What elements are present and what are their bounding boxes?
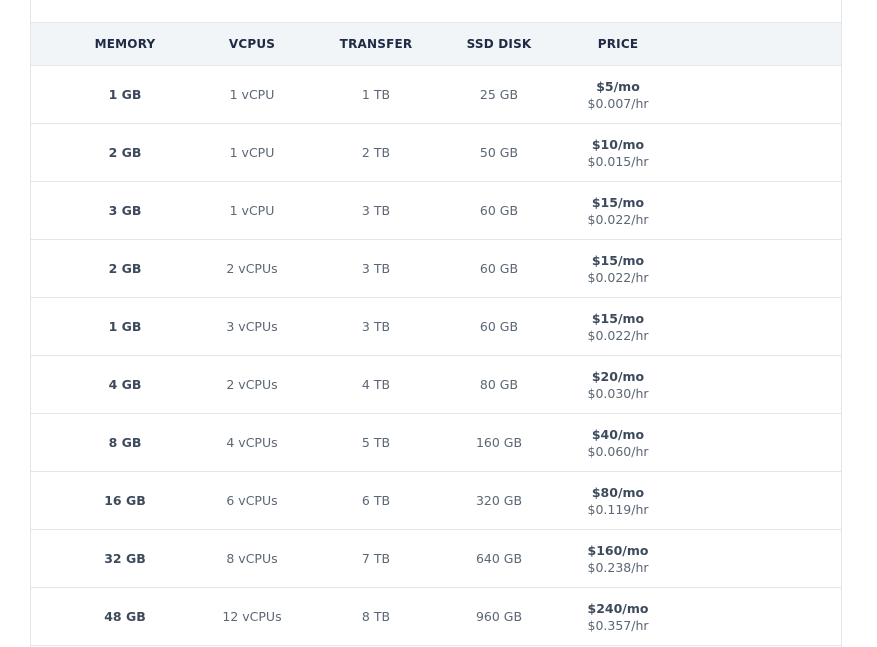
price-monthly: $10/mo — [591, 136, 645, 152]
price-hourly: $0.060/hr — [587, 443, 649, 459]
cell-memory: 3 GB — [108, 203, 142, 218]
price-monthly: $20/mo — [591, 368, 645, 384]
cell-transfer: 2 TB — [361, 145, 391, 160]
cell-price: $15/mo $0.022/hr — [587, 298, 648, 355]
cell-transfer: 3 TB — [361, 319, 391, 334]
cell-price: $15/mo $0.022/hr — [587, 240, 648, 297]
price-hourly: $0.015/hr — [587, 153, 649, 169]
table-row[interactable]: 4 GB 2 vCPUs 4 TB 80 GB $20/mo $0.030/hr — [31, 356, 841, 414]
table-row[interactable]: 2 GB 1 vCPU 2 TB 50 GB $10/mo $0.015/hr — [31, 124, 841, 182]
cell-transfer: 6 TB — [361, 493, 391, 508]
price-monthly: $15/mo — [591, 310, 645, 326]
table-top-spacer — [31, 0, 841, 23]
price-monthly: $240/mo — [587, 600, 649, 616]
price-monthly: $15/mo — [591, 252, 645, 268]
cell-price: $15/mo $0.022/hr — [587, 182, 648, 239]
cell-price: $10/mo $0.015/hr — [587, 124, 648, 181]
price-hourly: $0.119/hr — [587, 501, 649, 517]
cell-transfer: 8 TB — [361, 609, 391, 624]
header-vcpus: VCPUS — [228, 37, 276, 51]
price-hourly: $0.022/hr — [587, 327, 649, 343]
price-monthly: $40/mo — [591, 426, 645, 442]
price-hourly: $0.022/hr — [587, 211, 649, 227]
cell-ssd-disk: 25 GB — [479, 87, 519, 102]
cell-vcpus: 2 vCPUs — [226, 261, 278, 276]
cell-ssd-disk: 50 GB — [479, 145, 519, 160]
table-row[interactable]: 3 GB 1 vCPU 3 TB 60 GB $15/mo $0.022/hr — [31, 182, 841, 240]
cell-ssd-disk: 80 GB — [479, 377, 519, 392]
cell-transfer: 7 TB — [361, 551, 391, 566]
cell-memory: 48 GB — [104, 609, 146, 624]
price-hourly: $0.022/hr — [587, 269, 649, 285]
table-row[interactable]: 32 GB 8 vCPUs 7 TB 640 GB $160/mo $0.238… — [31, 530, 841, 588]
cell-price: $20/mo $0.030/hr — [587, 356, 648, 413]
cell-vcpus: 3 vCPUs — [226, 319, 278, 334]
price-hourly: $0.030/hr — [587, 385, 649, 401]
cell-vcpus: 8 vCPUs — [226, 551, 278, 566]
cell-price: $80/mo $0.119/hr — [587, 472, 648, 529]
cell-transfer: 3 TB — [361, 261, 391, 276]
cell-price: $160/mo $0.238/hr — [587, 530, 648, 587]
cell-price: $240/mo $0.357/hr — [587, 588, 648, 645]
cell-memory: 8 GB — [108, 435, 142, 450]
table-body: 1 GB 1 vCPU 1 TB 25 GB $5/mo $0.007/hr 2… — [31, 66, 841, 646]
header-memory: MEMORY — [94, 37, 156, 51]
price-hourly: $0.007/hr — [587, 95, 649, 111]
price-monthly: $15/mo — [591, 194, 645, 210]
price-hourly: $0.357/hr — [587, 617, 649, 633]
price-monthly: $5/mo — [596, 78, 640, 94]
cell-price: $5/mo $0.007/hr — [587, 66, 648, 123]
cell-memory: 1 GB — [108, 87, 142, 102]
table-row[interactable]: 16 GB 6 vCPUs 6 TB 320 GB $80/mo $0.119/… — [31, 472, 841, 530]
pricing-table: MEMORY VCPUS TRANSFER SSD DISK PRICE 1 G… — [30, 0, 842, 647]
price-hourly: $0.238/hr — [587, 559, 649, 575]
cell-memory: 4 GB — [108, 377, 142, 392]
table-row[interactable]: 1 GB 3 vCPUs 3 TB 60 GB $15/mo $0.022/hr — [31, 298, 841, 356]
cell-transfer: 3 TB — [361, 203, 391, 218]
cell-memory: 32 GB — [104, 551, 146, 566]
cell-memory: 1 GB — [108, 319, 142, 334]
table-header: MEMORY VCPUS TRANSFER SSD DISK PRICE — [31, 23, 841, 66]
cell-memory: 2 GB — [108, 145, 142, 160]
cell-ssd-disk: 60 GB — [479, 261, 519, 276]
price-monthly: $160/mo — [587, 542, 649, 558]
price-monthly: $80/mo — [591, 484, 645, 500]
cell-transfer: 5 TB — [361, 435, 391, 450]
cell-vcpus: 1 vCPU — [229, 145, 275, 160]
header-transfer: TRANSFER — [339, 37, 413, 51]
table-row[interactable]: 48 GB 12 vCPUs 8 TB 960 GB $240/mo $0.35… — [31, 588, 841, 646]
table-row[interactable]: 1 GB 1 vCPU 1 TB 25 GB $5/mo $0.007/hr — [31, 66, 841, 124]
header-ssd-disk: SSD DISK — [466, 37, 532, 51]
cell-transfer: 4 TB — [361, 377, 391, 392]
cell-ssd-disk: 60 GB — [479, 203, 519, 218]
header-price: PRICE — [597, 37, 639, 51]
cell-memory: 2 GB — [108, 261, 142, 276]
cell-vcpus: 6 vCPUs — [226, 493, 278, 508]
cell-ssd-disk: 960 GB — [475, 609, 523, 624]
cell-ssd-disk: 640 GB — [475, 551, 523, 566]
cell-vcpus: 4 vCPUs — [226, 435, 278, 450]
table-row[interactable]: 8 GB 4 vCPUs 5 TB 160 GB $40/mo $0.060/h… — [31, 414, 841, 472]
cell-ssd-disk: 60 GB — [479, 319, 519, 334]
table-row[interactable]: 2 GB 2 vCPUs 3 TB 60 GB $15/mo $0.022/hr — [31, 240, 841, 298]
cell-vcpus: 12 vCPUs — [222, 609, 282, 624]
cell-vcpus: 1 vCPU — [229, 87, 275, 102]
cell-price: $40/mo $0.060/hr — [587, 414, 648, 471]
cell-vcpus: 2 vCPUs — [226, 377, 278, 392]
cell-ssd-disk: 320 GB — [475, 493, 523, 508]
cell-ssd-disk: 160 GB — [475, 435, 523, 450]
cell-vcpus: 1 vCPU — [229, 203, 275, 218]
cell-transfer: 1 TB — [361, 87, 391, 102]
cell-memory: 16 GB — [104, 493, 146, 508]
